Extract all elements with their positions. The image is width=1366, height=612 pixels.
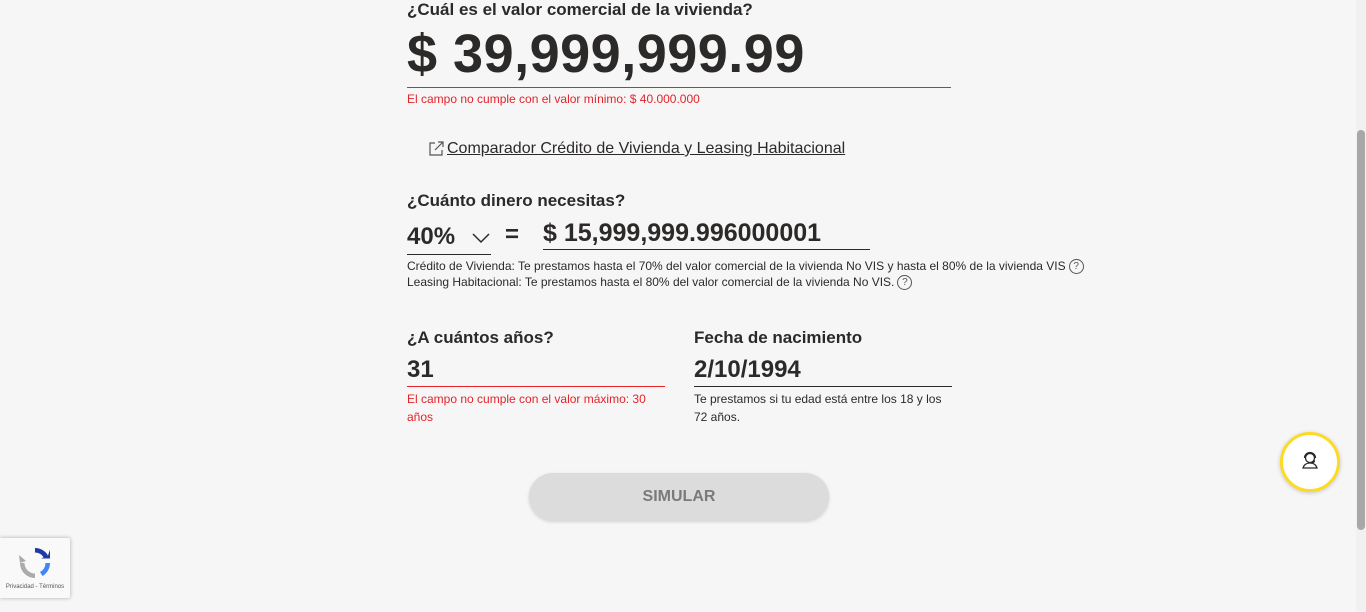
amount-input[interactable]: $ 15,999,999.996000001 [543,217,870,250]
recaptcha-badge[interactable]: Privacidad - Términos [0,538,70,598]
property-value-label: ¿Cuál es el valor comercial de la vivien… [407,0,753,19]
birth-date-hint: Te prestamos si tu edad está entre los 1… [694,392,942,424]
simulate-button[interactable]: SIMULAR [529,473,829,521]
external-link-icon [427,140,445,158]
percent-select[interactable]: 40% [407,220,491,255]
amount-label: ¿Cuánto dinero necesitas? [407,191,626,210]
birth-date-label: Fecha de nacimiento [694,328,863,347]
recaptcha-logo-icon [16,544,54,587]
property-value-error: El campo no cumple con el valor mínimo: … [407,92,700,106]
birth-date-input[interactable]: 2/10/1994 [694,354,952,387]
property-value-input[interactable]: $ 39,999,999.99 [407,22,951,88]
assistant-icon [1299,449,1321,476]
comparator-link[interactable]: Comparador Crédito de Vivienda y Leasing… [427,140,845,158]
recaptcha-links[interactable]: Privacidad - Términos [0,584,70,590]
scrollbar-thumb[interactable] [1357,130,1365,530]
equals-sign: = [505,221,520,248]
comparator-link-label: Comparador Crédito de Vivienda y Leasing… [447,140,846,157]
chevron-down-icon [471,220,491,254]
leasing-note-text: Leasing Habitacional: Te prestamos hasta… [407,275,895,289]
years-error: El campo no cumple con el valor máximo: … [407,392,646,424]
help-icon[interactable]: ? [897,274,913,290]
leasing-note: Leasing Habitacional: Te prestamos hasta… [407,273,913,291]
years-input[interactable]: 31 [407,354,665,387]
percent-value: 40% [407,223,456,250]
help-icon[interactable]: ? [1068,258,1084,274]
assistant-button[interactable] [1280,432,1340,492]
years-label: ¿A cuántos años? [407,328,554,347]
